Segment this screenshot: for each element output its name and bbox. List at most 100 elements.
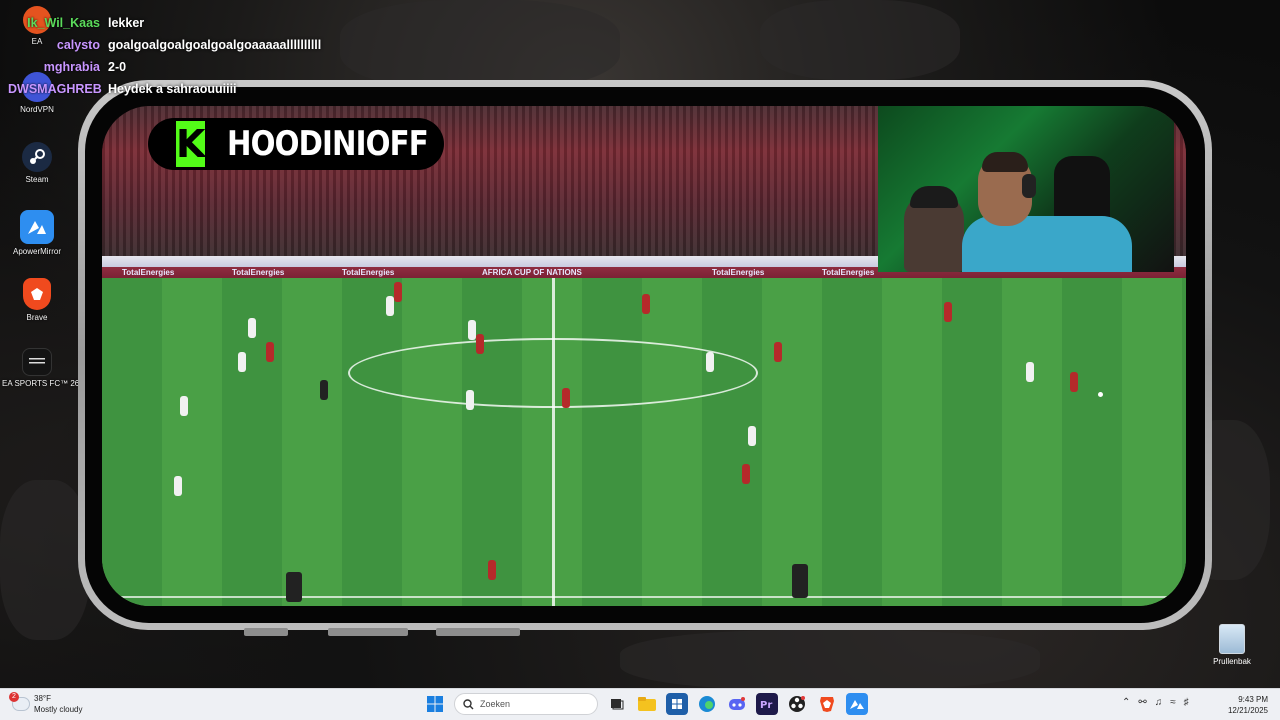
cloud-icon: 2 <box>9 692 30 711</box>
volume-icon[interactable]: ♯ <box>1184 697 1189 708</box>
phone-bezel: TotalEnergies TotalEnergies TotalEnergie… <box>85 87 1205 623</box>
ad-text: TotalEnergies <box>342 268 395 277</box>
start-button[interactable] <box>424 693 446 715</box>
ad-text: TotalEnergies <box>822 268 875 277</box>
player <box>238 352 246 372</box>
store-icon[interactable] <box>666 693 688 715</box>
chat-message: DWSMAGHREB Heydek a sahraouuiiii <box>8 78 321 100</box>
chat-username: calysto <box>56 38 100 52</box>
ad-text: TotalEnergies <box>712 268 765 277</box>
chat-username: Ik_Wil_Kaas <box>27 16 100 30</box>
chevron-up-icon[interactable]: ⌃ <box>1122 697 1130 708</box>
wallpaper-shape <box>0 480 90 640</box>
task-view-button[interactable] <box>606 693 628 715</box>
chat-text: Heydek a sahraouuiiii <box>108 82 237 96</box>
player <box>706 352 714 372</box>
weather-description: Mostly cloudy <box>34 705 83 714</box>
player <box>774 342 782 362</box>
sideline-person <box>792 564 808 598</box>
steam-icon <box>22 142 52 172</box>
kick-logo-icon: K <box>176 121 206 167</box>
chat-message: mghrabia 2-0 <box>8 56 321 78</box>
player <box>180 396 188 416</box>
svg-text:Pr: Pr <box>760 700 772 710</box>
notification-badge: 2 <box>9 692 19 702</box>
player <box>944 302 952 322</box>
phone-frame: TotalEnergies TotalEnergies TotalEnergie… <box>78 80 1212 630</box>
phone-button <box>244 628 288 636</box>
phone-button <box>436 628 520 636</box>
halfway-line <box>552 278 555 606</box>
wallpaper-shape <box>760 0 960 80</box>
headset <box>1022 174 1036 198</box>
desktop-icon-ea-sports-fc[interactable]: EA SPORTS FC™ 26 <box>2 348 80 388</box>
desktop-icon-label: Brave <box>26 313 48 322</box>
desktop-icon-label: EA SPORTS FC™ 26 <box>2 379 80 388</box>
webcam-jersey <box>962 216 1132 272</box>
clock-date: 12/21/2025 <box>1227 706 1268 715</box>
player <box>248 318 256 338</box>
wallpaper-shape <box>340 0 620 90</box>
player <box>466 390 474 410</box>
webcam-person <box>904 186 964 272</box>
player <box>742 464 750 484</box>
player <box>642 294 650 314</box>
player <box>488 560 496 580</box>
player <box>320 380 328 400</box>
player <box>1026 362 1034 382</box>
channel-name: HOODINIOFF <box>227 124 429 164</box>
football-pitch <box>102 278 1186 606</box>
player <box>1070 372 1078 392</box>
stream-chat-overlay: Ik_Wil_Kaas lekker calysto goalgoalgoalg… <box>8 12 321 100</box>
chat-message: calysto goalgoalgoalgoalgoalgoaaaaalllll… <box>8 34 321 56</box>
ad-text: TotalEnergies <box>232 268 285 277</box>
ad-text: TotalEnergies <box>122 268 175 277</box>
brave-icon <box>23 278 51 310</box>
apowermirror-taskbar-icon[interactable] <box>846 693 868 715</box>
player <box>468 320 476 340</box>
edge-icon[interactable] <box>696 693 718 715</box>
microphone-icon[interactable]: ♫ <box>1155 697 1163 708</box>
desktop-icon-label: Prullenbak <box>1213 657 1251 666</box>
desktop-icon-label: ApowerMirror <box>12 247 61 256</box>
taskbar: 2 38°F Mostly cloudy Zoeken Pr ⌃ ⚯ ♫ ≈ ♯… <box>0 688 1280 720</box>
channel-badge: K HOODINIOFF <box>148 118 444 170</box>
ad-text: AFRICA CUP OF NATIONS <box>482 268 582 277</box>
phone-button <box>328 628 408 636</box>
search-placeholder: Zoeken <box>480 699 511 709</box>
player <box>476 334 484 354</box>
apowermirror-icon <box>20 210 54 244</box>
system-tray: ⌃ ⚯ ♫ ≈ ♯ <box>1122 697 1189 708</box>
obs-icon[interactable] <box>786 693 808 715</box>
taskbar-search[interactable]: Zoeken <box>454 693 598 715</box>
search-icon <box>463 698 474 709</box>
chat-text: goalgoalgoalgoalgoalgoaaaaallllllllll <box>108 38 322 52</box>
sideline-person <box>286 572 302 602</box>
desktop-icon-label: NordVPN <box>20 105 54 114</box>
discord-icon[interactable] <box>726 693 748 715</box>
football <box>1098 392 1103 397</box>
webcam-overlay <box>878 106 1174 272</box>
wifi-icon[interactable]: ≈ <box>1170 697 1176 708</box>
player <box>748 426 756 446</box>
desktop-icon-steam[interactable]: Steam <box>2 142 72 184</box>
weather-widget[interactable]: 2 38°F Mostly cloudy <box>9 692 83 715</box>
player <box>386 296 394 316</box>
stream-video[interactable]: TotalEnergies TotalEnergies TotalEnergie… <box>102 106 1186 606</box>
desktop-icon-recycle-bin[interactable]: Prullenbak <box>1206 624 1258 666</box>
network-icon[interactable]: ⚯ <box>1138 697 1146 708</box>
recycle-bin-icon <box>1219 624 1245 654</box>
desktop-icon-brave[interactable]: Brave <box>2 278 72 322</box>
touchline <box>102 596 1186 598</box>
brave-taskbar-icon[interactable] <box>816 693 838 715</box>
desktop-icon-label: Steam <box>25 175 49 184</box>
desktop-icon-apowermirror[interactable]: ApowerMirror <box>2 210 72 256</box>
clock-time: 9:43 PM <box>1238 695 1268 704</box>
taskbar-clock[interactable]: 9:43 PM 12/21/2025 <box>1222 694 1268 716</box>
premiere-pro-icon[interactable]: Pr <box>756 693 778 715</box>
chat-username: mghrabia <box>43 60 100 74</box>
file-explorer-icon[interactable] <box>636 693 658 715</box>
player <box>266 342 274 362</box>
player <box>562 388 570 408</box>
wallpaper-shape <box>620 630 1040 690</box>
